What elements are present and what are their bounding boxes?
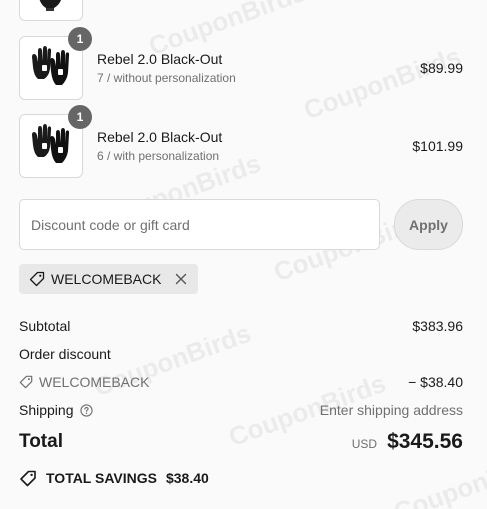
total-label: Total — [19, 431, 63, 452]
item-name: Rebel 2.0 Black-Out — [97, 51, 223, 67]
item-variant: 6 / with personalization — [97, 149, 220, 163]
shipping-row: Shipping Enter shipping address — [19, 402, 463, 418]
glove-icon — [32, 124, 70, 163]
total-amount: $345.56 — [387, 430, 463, 453]
glove-icon — [32, 46, 70, 85]
discount-value: − $38.40 — [408, 374, 463, 390]
subtotal-label: Subtotal — [19, 318, 71, 334]
order-discount-row: Order discount — [19, 346, 463, 362]
discount-code-row: WELCOMEBACK − $38.40 — [19, 374, 463, 390]
subtotal-value: $383.96 — [412, 318, 463, 334]
item-variant: 7 / without personalization — [97, 71, 236, 85]
product-thumbnail: 1 — [19, 27, 92, 100]
savings-amount: $38.40 — [165, 470, 209, 486]
quantity-badge: 1 — [68, 27, 92, 51]
line-item: 1 Rebel 2.0 Black-Out 7 / without person… — [19, 27, 463, 100]
savings-label: TOTAL SAVINGS — [46, 470, 157, 486]
applied-code-label: WELCOMEBACK — [51, 271, 162, 287]
line-item: 8 / with personalization — [19, 0, 463, 21]
help-icon[interactable] — [79, 403, 99, 417]
order-discount-label: Order discount — [19, 346, 111, 362]
subtotal-row: Subtotal $383.96 — [19, 318, 463, 334]
glove-icon — [39, 0, 62, 11]
line-item: 1 Rebel 2.0 Black-Out 6 / with personali… — [19, 105, 463, 178]
product-thumbnail: 1 — [19, 105, 92, 178]
discount-form: Apply — [19, 199, 463, 250]
shipping-label: Shipping — [19, 402, 74, 418]
applied-discount-chip: WELCOMEBACK — [19, 264, 199, 294]
shipping-value: Enter shipping address — [319, 402, 463, 418]
product-thumbnail — [19, 0, 83, 21]
apply-button[interactable]: Apply — [394, 199, 463, 250]
tag-icon — [19, 375, 33, 389]
currency-code: USD — [351, 437, 378, 451]
discount-code-input[interactable] — [19, 199, 380, 250]
item-price: $89.99 — [420, 60, 463, 76]
savings-tag-icon — [20, 470, 36, 487]
total-row: Total USD $345.56 — [19, 430, 463, 454]
tag-icon — [29, 271, 45, 287]
item-name: Rebel 2.0 Black-Out — [97, 129, 223, 145]
close-icon[interactable] — [175, 273, 187, 285]
item-price: $101.99 — [412, 138, 463, 154]
quantity-badge: 1 — [68, 105, 92, 129]
discount-code-label: WELCOMEBACK — [39, 374, 150, 390]
total-savings: TOTAL SAVINGS $38.40 — [19, 469, 209, 487]
